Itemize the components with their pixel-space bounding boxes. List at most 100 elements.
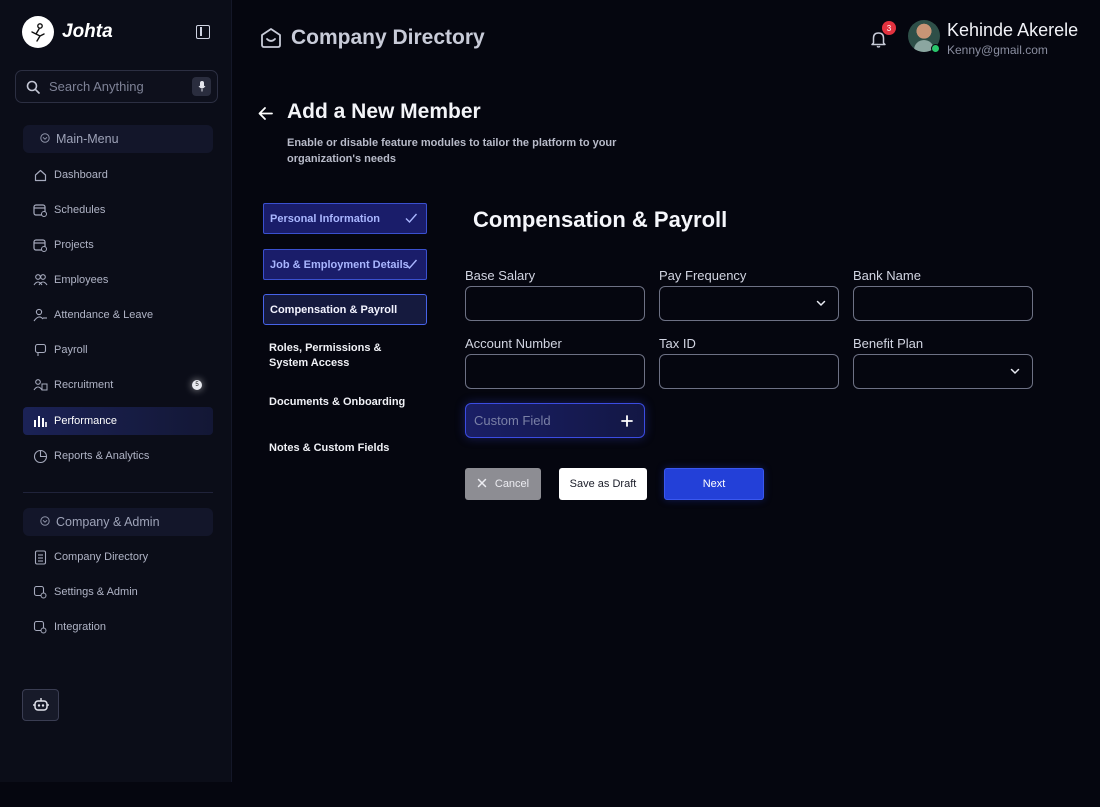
main-menu-label: Main-Menu (56, 132, 119, 146)
sidebar-item-employees[interactable]: Employees (23, 266, 213, 294)
microphone-icon[interactable] (192, 77, 211, 96)
johta-logo-icon (22, 16, 54, 48)
back-arrow-icon[interactable] (257, 105, 274, 127)
sidebar-item-attendance-leave[interactable]: Attendance & Leave (23, 301, 213, 329)
step-label: Notes & Custom Fields (269, 441, 390, 454)
chevron-circle-icon (40, 132, 50, 146)
sidebar-item-settings-admin[interactable]: Settings & Admin (23, 578, 213, 606)
chevron-down-icon (815, 297, 827, 312)
home-icon (259, 26, 283, 55)
folder-icon (32, 237, 48, 253)
user-clock-icon (32, 307, 48, 323)
settings-icon (32, 584, 48, 600)
base-salary-input[interactable] (465, 286, 645, 321)
search-input[interactable] (49, 71, 189, 102)
home-icon (32, 167, 48, 183)
tax-id-input[interactable] (659, 354, 839, 389)
sidebar-item-label: Integration (54, 621, 106, 633)
sidebar-item-reports-analytics[interactable]: Reports & Analytics (23, 442, 213, 470)
step-label: Compensation & Payroll (270, 303, 398, 316)
sidebar-item-label: Reports & Analytics (54, 450, 150, 462)
step-notes-custom-fields[interactable]: Notes & Custom Fields (263, 430, 427, 466)
step-label: Personal Information (270, 212, 381, 225)
company-admin-label: Company & Admin (56, 515, 160, 529)
sidebar-item-schedules[interactable]: Schedules (23, 196, 213, 224)
account-number-input[interactable] (465, 354, 645, 389)
chevron-circle-icon (40, 515, 50, 529)
calendar-icon (32, 202, 48, 218)
next-label: Next (702, 478, 726, 490)
header-title: Company Directory (291, 26, 485, 49)
recruitment-count-badge: 5 (192, 380, 202, 390)
integration-icon (32, 619, 48, 635)
brand[interactable]: Johta (22, 16, 113, 48)
benefit-plan-select[interactable] (853, 354, 1033, 389)
bank-name-input[interactable] (853, 286, 1033, 321)
user-name[interactable]: Kehinde Akerele (947, 20, 1078, 41)
notification-count-badge: 3 (882, 21, 896, 35)
chevron-down-icon (1009, 365, 1021, 380)
people-icon (32, 272, 48, 288)
sidebar-item-label: Payroll (54, 344, 88, 356)
directory-icon (32, 549, 48, 565)
step-job-employment-details[interactable]: Job & Employment Details (263, 249, 427, 280)
sidebar-item-label: Projects (54, 239, 94, 251)
base-salary-label: Base Salary (465, 268, 536, 283)
sidebar-toggle-icon[interactable] (196, 25, 210, 39)
sidebar-item-integration[interactable]: Integration (23, 613, 213, 641)
user-email: Kenny@gmail.com (947, 43, 1048, 57)
plus-icon[interactable] (621, 414, 633, 432)
recruit-icon (32, 377, 48, 393)
custom-field-box (465, 403, 645, 438)
tax-id-label: Tax ID (659, 336, 696, 351)
sidebar-item-label: Performance (54, 415, 117, 427)
sidebar-item-dashboard[interactable]: Dashboard (23, 161, 213, 189)
sidebar-item-projects[interactable]: Projects (23, 231, 213, 259)
sidebar-item-label: Employees (54, 274, 109, 286)
step-compensation-payroll[interactable]: Compensation & Payroll (263, 294, 427, 325)
online-status-dot (931, 44, 940, 53)
payroll-icon (32, 342, 48, 358)
sidebar-item-company-directory[interactable]: Company Directory (23, 543, 213, 571)
sidebar-item-recruitment[interactable]: Recruitment 5 (23, 371, 213, 399)
bar-chart-icon (32, 413, 48, 429)
close-icon (477, 478, 487, 491)
search-bar (15, 70, 218, 103)
brand-name: Johta (62, 21, 113, 42)
bank-name-label: Bank Name (853, 268, 921, 283)
step-personal-information[interactable]: Personal Information (263, 203, 427, 234)
account-number-label: Account Number (465, 336, 562, 351)
step-label: Documents & Onboarding (269, 395, 406, 408)
sidebar-item-label: Schedules (54, 204, 106, 216)
benefit-plan-label: Benefit Plan (853, 336, 924, 351)
sidebar-item-label: Dashboard (54, 169, 108, 181)
search-icon (26, 80, 40, 99)
save-draft-label: Save as Draft (569, 478, 637, 490)
cancel-label: Cancel (494, 478, 530, 490)
page-description: Enable or disable feature modules to tai… (287, 137, 617, 165)
section-title: Compensation & Payroll (473, 207, 728, 232)
page-title: Add a New Member (287, 100, 481, 123)
next-button[interactable]: Next (664, 468, 764, 500)
sidebar: Johta Main-Menu Dashboard Schedules Proj… (0, 0, 232, 782)
custom-field-input[interactable] (466, 404, 606, 436)
company-admin-section[interactable]: Company & Admin (23, 508, 213, 536)
checkmark-icon (404, 211, 418, 228)
pay-frequency-select[interactable] (659, 286, 839, 321)
step-documents-onboarding[interactable]: Documents & Onboarding (263, 384, 427, 420)
analytics-icon (32, 448, 48, 464)
cancel-button[interactable]: Cancel (465, 468, 541, 500)
save-draft-button[interactable]: Save as Draft (559, 468, 647, 500)
step-roles-permissions[interactable]: Roles, Permissions & System Access (263, 338, 427, 374)
sidebar-item-performance[interactable]: Performance (23, 407, 213, 435)
sidebar-item-label: Settings & Admin (54, 586, 138, 598)
main-menu-section[interactable]: Main-Menu (23, 125, 213, 153)
checkmark-icon (404, 257, 418, 274)
ai-assistant-robot-icon[interactable] (22, 689, 59, 721)
sidebar-item-label: Company Directory (54, 551, 149, 563)
sidebar-divider (23, 492, 213, 493)
sidebar-item-payroll[interactable]: Payroll (23, 336, 213, 364)
step-label: Job & Employment Details (270, 258, 409, 271)
sidebar-item-label: Recruitment (54, 379, 114, 391)
sidebar-item-label: Attendance & Leave (54, 309, 154, 321)
